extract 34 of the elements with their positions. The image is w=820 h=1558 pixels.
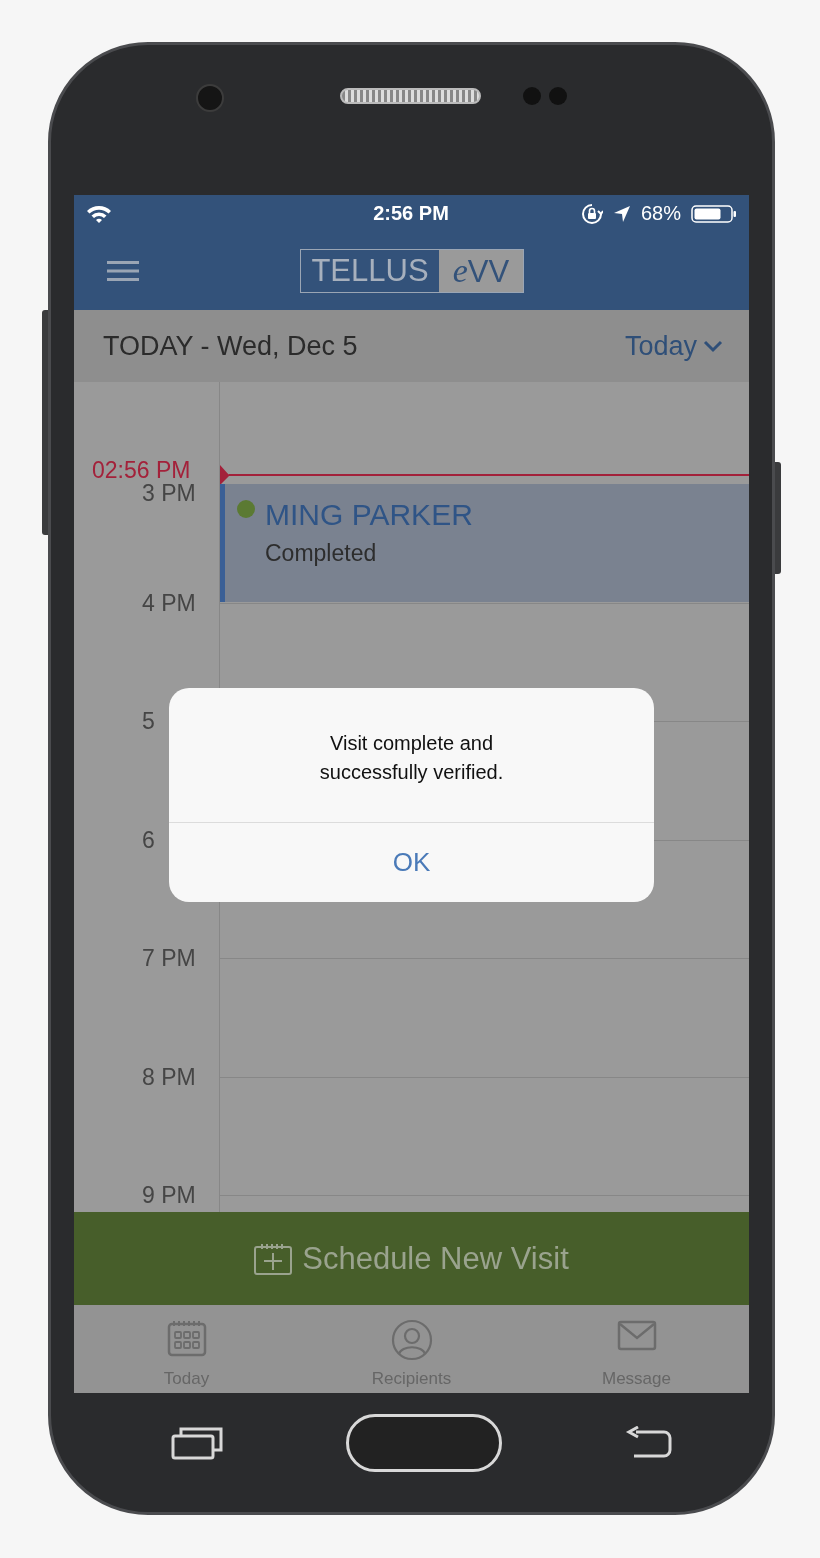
alert-message: Visit complete and successfully verified.	[318, 731, 505, 785]
visit-status: Completed	[265, 540, 378, 567]
logo: TELLUS eVV	[300, 249, 524, 293]
hour-label: 5	[142, 708, 155, 734]
battery-percent: 68%	[640, 202, 681, 225]
hour-label: 4 PM	[142, 589, 196, 616]
hour-label: 8 PM	[142, 1063, 196, 1090]
status-time: 2:56 PM	[372, 202, 450, 225]
current-time-label: 02:56 PM	[92, 459, 191, 481]
wifi-icon	[86, 203, 112, 224]
calendar-icon	[166, 1319, 207, 1357]
calendar-plus-icon	[254, 1242, 293, 1275]
battery-icon	[691, 203, 737, 224]
location-arrow-icon	[612, 204, 631, 223]
visit-event[interactable]: MING PARKER Completed	[220, 484, 749, 602]
range-dropdown[interactable]: Today	[624, 330, 723, 362]
menu-icon[interactable]	[107, 260, 139, 282]
back-icon	[624, 1425, 672, 1460]
date-title: TODAY - Wed, Dec 5	[103, 330, 358, 362]
camera-lens	[196, 84, 224, 112]
chevron-down-icon	[703, 339, 723, 353]
hour-label: 7 PM	[142, 945, 196, 971]
envelope-icon	[616, 1319, 657, 1351]
recent-apps-icon	[171, 1425, 223, 1460]
client-name: MING PARKER	[265, 498, 473, 532]
hour-label: 3 PM	[142, 482, 196, 504]
ok-button[interactable]: OK	[169, 822, 654, 902]
rotation-lock-icon	[580, 202, 603, 225]
hour-label: 6	[142, 826, 155, 853]
hour-label: 9 PM	[142, 1182, 196, 1208]
sensor-dots	[523, 87, 567, 105]
schedule-visit-button[interactable]: Schedule New Visit	[74, 1212, 749, 1305]
home-button[interactable]	[345, 1413, 502, 1472]
person-icon	[390, 1319, 433, 1361]
